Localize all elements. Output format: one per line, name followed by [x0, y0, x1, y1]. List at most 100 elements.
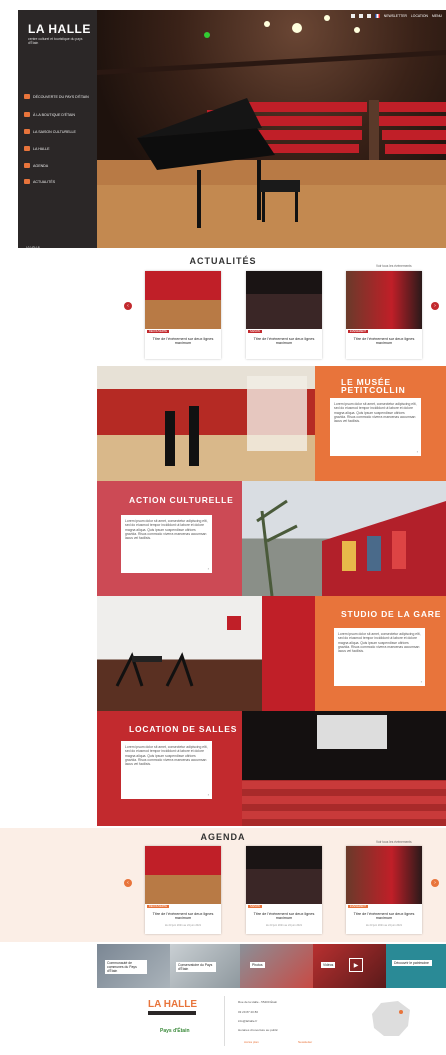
banner-label: Photos — [250, 962, 265, 968]
france-map-icon — [372, 1001, 410, 1036]
block-studio-gare[interactable]: STUDIO DE LA GARE Lorem ipsum dolor sit … — [97, 596, 446, 711]
card-date: du 23 juin 2021 au 24 juin 2021 — [265, 924, 303, 927]
block-location-salles[interactable]: LOCATION DE SALLES Lorem ipsum dolor sit… — [97, 711, 446, 826]
block-text: Lorem ipsum dolor sit amet, consectetur … — [125, 745, 208, 767]
agenda-card[interactable]: SAISON Titre de l'événement sur deux lig… — [246, 846, 322, 934]
block-title: LOCATION DE SALLES — [129, 724, 238, 734]
building-icon — [24, 146, 30, 151]
sidebar: LA HALLE centre culturel et touristique … — [18, 10, 97, 249]
next-arrow-icon[interactable]: › — [431, 879, 439, 887]
play-icon[interactable]: ▶ — [349, 958, 363, 972]
footer-hours[interactable]: Horaires d'ouverture au public — [238, 1028, 278, 1032]
card-title: Titre de l'événement sur deux lignes max… — [353, 337, 415, 346]
sidebar-item-saison[interactable]: LA SAISON CULTURELLE — [24, 127, 76, 136]
block-title: STUDIO DE LA GARE — [341, 609, 442, 619]
agenda-card[interactable]: DÉCOUVERTE Titre de l'événement sur deux… — [145, 846, 221, 934]
arrow-icon[interactable]: › — [208, 566, 209, 571]
news-card[interactable]: DÉCOUVERTE Titre de l'événement sur deux… — [145, 271, 221, 359]
sidebar-item-label: DÉCOUVERTE DU PAYS D'ÉTAIN — [33, 94, 89, 99]
sidebar-item-label: LA HALLE — [33, 146, 50, 151]
sidebar-item-actualites[interactable]: ACTUALITÉS — [24, 177, 55, 186]
banner-label: Vidéos — [321, 962, 336, 968]
banner-photos[interactable]: Photos — [240, 944, 313, 988]
sidebar-item-label: À LA BOUTIQUE D'ÉTAIN — [33, 112, 75, 117]
card-badge: DÉCOUVERTE — [147, 330, 169, 333]
agenda-card[interactable]: ÉVÉNEMENT Titre de l'événement sur deux … — [346, 846, 422, 934]
prev-arrow-icon[interactable]: ‹ — [124, 879, 132, 887]
banner-videos[interactable]: Vidéos ▶ — [313, 944, 386, 988]
banner-conservatoire[interactable]: Conservatoire du Pays d'Étain — [170, 944, 240, 988]
search-icon[interactable] — [366, 14, 371, 18]
block-action-culturelle[interactable]: ACTION CULTURELLE Lorem ipsum dolor sit … — [97, 481, 446, 596]
arrow-icon[interactable]: › — [421, 679, 422, 684]
sidebar-item-agenda[interactable]: AGENDA — [24, 161, 48, 170]
logo[interactable]: LA HALLE — [28, 22, 91, 36]
grid-icon[interactable] — [358, 14, 363, 18]
user-icon[interactable] — [350, 14, 355, 18]
card-badge: ÉVÉNEMENT — [348, 330, 369, 333]
next-arrow-icon[interactable]: › — [431, 302, 439, 310]
map-icon — [24, 94, 30, 99]
flag-fr-icon[interactable] — [374, 14, 380, 18]
footer-link-newsletter[interactable]: Newsletter — [298, 1040, 312, 1044]
studio-photo — [97, 596, 315, 711]
sidebar-item-label: LA SAISON CULTURELLE — [33, 129, 76, 134]
news-icon — [24, 179, 30, 184]
card-date: du 23 juin 2021 au 24 juin 2021 — [365, 924, 403, 927]
footer-address: Rue de la Halle - 55400 Étain — [238, 1000, 278, 1004]
sidebar-item-boutique[interactable]: À LA BOUTIQUE D'ÉTAIN — [24, 110, 75, 119]
arrow-icon[interactable]: › — [417, 449, 418, 454]
card-badge: ÉVÉNEMENT — [348, 905, 369, 908]
banner-label: Communauté de communes du Pays d'Étain — [105, 960, 147, 974]
footer-email[interactable]: info@lahalle.fr — [238, 1019, 257, 1023]
prev-arrow-icon[interactable]: ‹ — [124, 302, 132, 310]
sidebar-item-label: ACTUALITÉS — [33, 179, 56, 184]
footer-logo[interactable]: LA HALLE — [148, 999, 197, 1010]
card-image — [346, 846, 422, 904]
location-link[interactable]: LOCATION — [411, 14, 428, 18]
card-title: Titre de l'événement sur deux lignes max… — [152, 912, 214, 921]
footer-link-plan[interactable]: Accès plan — [244, 1040, 259, 1044]
theatre-photo — [97, 15, 446, 248]
see-all-link[interactable]: Voir tous les événements — [376, 264, 412, 268]
news-card[interactable]: ÉVÉNEMENT Titre de l'événement sur deux … — [346, 271, 422, 359]
banner-patrimoine[interactable]: Découvrir le patrimoine — [386, 944, 446, 988]
block-text: Lorem ipsum dolor sit amet, consectetur … — [338, 632, 421, 654]
card-badge: SAISON — [248, 330, 262, 333]
card-title: Titre de l'événement sur deux lignes max… — [253, 912, 315, 921]
card-image — [145, 271, 221, 329]
location-photo — [242, 711, 446, 826]
block-text: Lorem ipsum dolor sit amet, consectetur … — [334, 402, 417, 424]
card-image — [246, 846, 322, 904]
shop-icon — [24, 112, 30, 117]
card-image — [145, 846, 221, 904]
news-card[interactable]: SAISON Titre de l'événement sur deux lig… — [246, 271, 322, 359]
sidebar-item-label: AGENDA — [33, 163, 49, 168]
see-all-link[interactable]: Voir tous les événements — [376, 840, 412, 844]
calendar-icon — [24, 163, 30, 168]
logo-subtitle: centre culturel et touristique du pays d… — [28, 37, 83, 45]
sidebar-footer: LA HALLE — [26, 245, 40, 249]
block-text-box: Lorem ipsum dolor sit amet, consectetur … — [121, 741, 212, 799]
sidebar-item-decouverte[interactable]: DÉCOUVERTE DU PAYS D'ÉTAIN — [24, 92, 89, 101]
block-text-box: Lorem ipsum dolor sit amet, consectetur … — [330, 398, 421, 456]
sidebar-item-la-halle[interactable]: LA HALLE — [24, 144, 50, 153]
card-image — [346, 271, 422, 329]
card-title: Titre de l'événement sur deux lignes max… — [253, 337, 315, 346]
card-badge: DÉCOUVERTE — [147, 905, 169, 908]
footer-phone[interactable]: 03 29 87 20 80 — [238, 1010, 258, 1014]
partner-logo[interactable]: Pays d'Étain — [160, 1028, 190, 1034]
newsletter-link[interactable]: NEWSLETTER — [384, 14, 407, 18]
hero-image: NEWSLETTER LOCATION MENU — [97, 10, 446, 248]
top-nav: NEWSLETTER LOCATION MENU — [350, 10, 446, 22]
footer-logo-bar — [148, 1011, 196, 1015]
action-photo — [242, 481, 446, 596]
block-text-box: Lorem ipsum dolor sit amet, consectetur … — [121, 515, 212, 573]
block-text: Lorem ipsum dolor sit amet, consectetur … — [125, 519, 208, 541]
page: LA HALLE centre culturel et touristique … — [0, 0, 446, 1055]
block-title: ACTION CULTURELLE — [129, 495, 234, 505]
block-musee[interactable]: LE MUSÉE PETITCOLLIN Lorem ipsum dolor s… — [97, 366, 446, 481]
menu-link[interactable]: MENU — [432, 14, 442, 18]
banner-communaute[interactable]: Communauté de communes du Pays d'Étain — [97, 944, 170, 988]
arrow-icon[interactable]: › — [208, 792, 209, 797]
